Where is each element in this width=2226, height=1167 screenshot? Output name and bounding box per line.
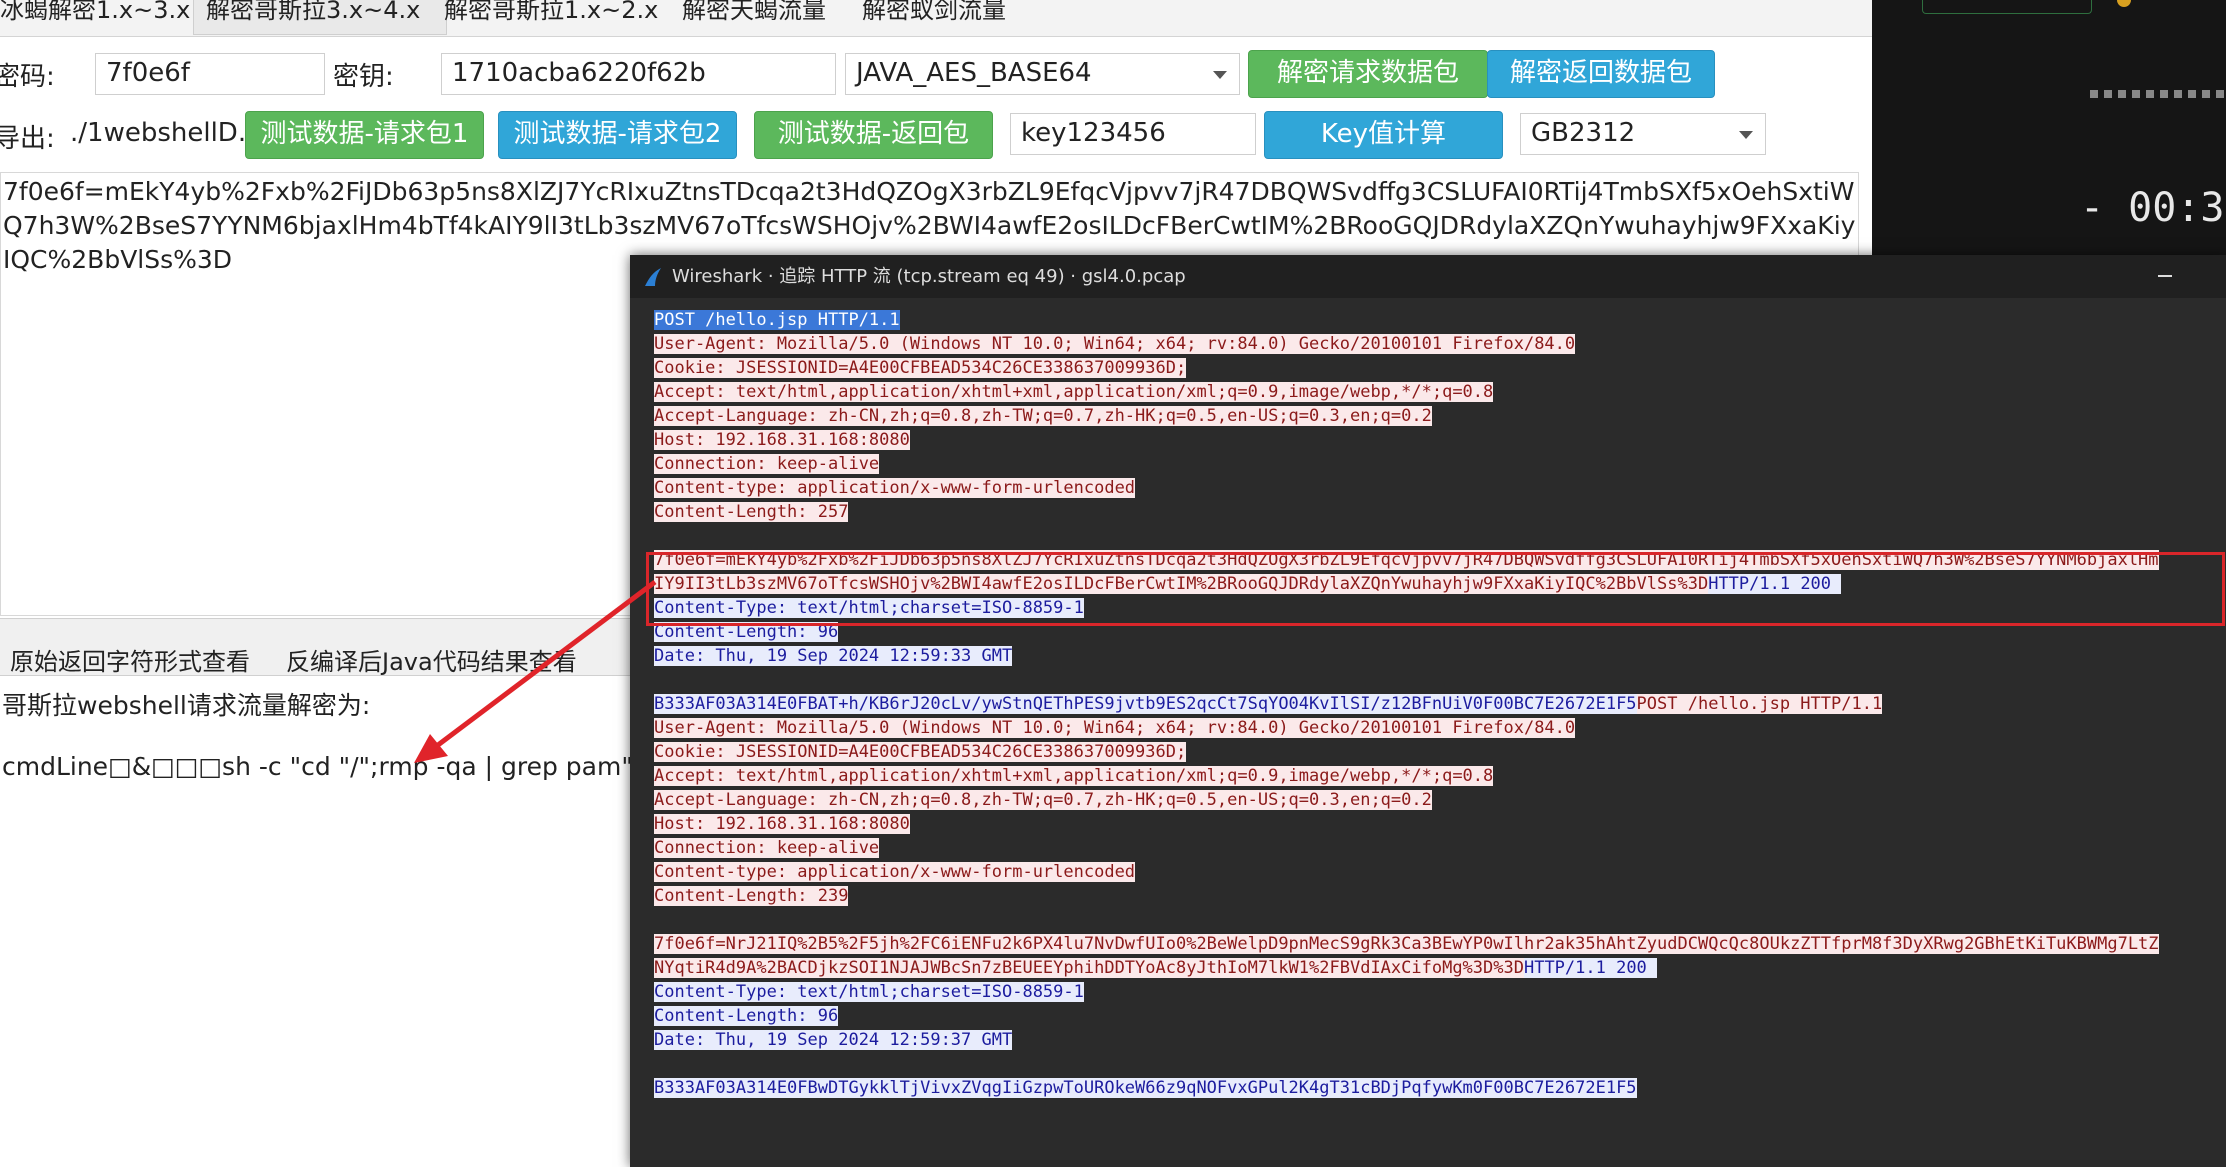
charset-select-value: GB2312 xyxy=(1531,118,1636,148)
request-text: Accept-Language: zh-CN,zh;q=0.8,zh-TW;q=… xyxy=(654,406,1432,426)
stream-line: Date: Thu, 19 Sep 2024 12:59:33 GMT xyxy=(654,644,1013,668)
password-field[interactable]: 7f0e6f xyxy=(95,53,325,95)
request-text: Content-Length: 257 xyxy=(654,502,849,522)
tab-raw-output[interactable]: 原始返回字符形式查看 xyxy=(10,642,250,677)
response-text: Date: Thu, 19 Sep 2024 12:59:37 GMT xyxy=(654,1030,1013,1050)
request-text: Content-Length: 239 xyxy=(654,886,849,906)
request-text: 7f0e6f=NrJ21IQ%2B5%2F5jh%2FC6iENFu2k6PX4… xyxy=(654,934,2159,954)
test-request2-button[interactable]: 测试数据-请求包2 xyxy=(498,111,737,159)
test-request1-button[interactable]: 测试数据-请求包1 xyxy=(245,111,484,159)
stream-line: Accept-Language: zh-CN,zh;q=0.8,zh-TW;q=… xyxy=(654,788,1432,812)
stream-line: Accept: text/html,application/xhtml+xml,… xyxy=(654,764,1494,788)
mode-select[interactable]: JAVA_AES_BASE64 xyxy=(845,53,1240,95)
request-text: Connection: keep-alive xyxy=(654,454,880,474)
background-panel xyxy=(1922,0,2092,14)
request-text: User-Agent: Mozilla/5.0 (Windows NT 10.0… xyxy=(654,334,1576,354)
request-text: Cookie: JSESSIONID=A4E00CFBEAD534C26CE33… xyxy=(654,742,1187,762)
stream-line: Accept: text/html,application/xhtml+xml,… xyxy=(654,380,1494,404)
stream-line: POST /hello.jsp HTTP/1.1 xyxy=(654,308,900,332)
request-text: NYqtiR4d9A%2BACDjkzSOI1NJAJWBcSn7zBEUEEY… xyxy=(654,958,1524,978)
stream-line: Connection: keep-alive xyxy=(654,836,880,860)
request-text: User-Agent: Mozilla/5.0 (Windows NT 10.0… xyxy=(654,718,1576,738)
wireshark-titlebar: Wireshark · 追踪 HTTP 流 (tcp.stream eq 49)… xyxy=(630,255,2226,298)
chevron-down-icon xyxy=(1213,71,1227,79)
request-text: Accept: text/html,application/xhtml+xml,… xyxy=(654,382,1494,402)
wireshark-fin-icon xyxy=(645,268,661,286)
request-text: Connection: keep-alive xyxy=(654,838,880,858)
http-stream-view[interactable]: POST /hello.jsp HTTP/1.1 User-Agent: Mozi… xyxy=(630,298,2226,1167)
key-label: 密钥: xyxy=(333,62,394,92)
stream-line: User-Agent: Mozilla/5.0 (Windows NT 10.0… xyxy=(654,716,1576,740)
timer-text: - 00:35 xyxy=(2080,185,2226,231)
wireshark-window: Wireshark · 追踪 HTTP 流 (tcp.stream eq 49)… xyxy=(630,255,2226,1167)
decrypt-response-button[interactable]: 解密返回数据包 xyxy=(1487,50,1715,98)
highlight-box xyxy=(646,552,2225,626)
response-text: B333AF03A314E0FBwDTGykklTjVivxZVqgIiGzpw… xyxy=(654,1078,1637,1098)
stream-line: Host: 192.168.31.168:8080 xyxy=(654,812,910,836)
response-text: B333AF03A314E0FBAT+h/KB6rJ20cLv/ywStnQET… xyxy=(654,694,1637,714)
chevron-down-icon xyxy=(1739,131,1753,139)
request-line-text: POST /hello.jsp HTTP/1.1 xyxy=(1636,694,1883,714)
stream-line: Content-Length: 239 xyxy=(654,884,849,908)
request-text: Cookie: JSESSIONID=A4E00CFBEAD534C26CE33… xyxy=(654,358,1187,378)
request-text: POST /hello.jsp HTTP/1.1 xyxy=(654,310,900,330)
output-path: ./1webshellD... xyxy=(70,118,263,148)
stream-line: B333AF03A314E0FBAT+h/KB6rJ20cLv/ywStnQET… xyxy=(654,692,1883,716)
request-text: Content-type: application/x-www-form-url… xyxy=(654,478,1136,498)
background-window: - 00:35 xyxy=(1872,0,2226,260)
tab-tianxie[interactable]: 解密天蝎流量 xyxy=(682,0,826,34)
stream-line: Cookie: JSESSIONID=A4E00CFBEAD534C26CE33… xyxy=(654,740,1187,764)
mode-select-value: JAVA_AES_BASE64 xyxy=(856,58,1092,88)
stream-line: Content-Length: 96 xyxy=(654,1004,839,1028)
tab-antsword[interactable]: 解密蚁剑流量 xyxy=(862,0,1006,34)
stream-line: B333AF03A314E0FBwDTGykklTjVivxZVqgIiGzpw… xyxy=(654,1076,1637,1100)
tab-godzilla-1-2[interactable]: 解密哥斯拉1.x~2.x xyxy=(444,0,658,34)
wireshark-title: Wireshark · 追踪 HTTP 流 (tcp.stream eq 49)… xyxy=(672,266,1186,287)
stream-line: Cookie: JSESSIONID=A4E00CFBEAD534C26CE33… xyxy=(654,356,1187,380)
key-field[interactable]: 1710acba6220f62b xyxy=(441,53,836,95)
stream-line: Connection: keep-alive xyxy=(654,452,880,476)
stream-line: Accept-Language: zh-CN,zh;q=0.8,zh-TW;q=… xyxy=(654,404,1432,428)
request-text: Content-type: application/x-www-form-url… xyxy=(654,862,1136,882)
dots-decoration xyxy=(2090,90,2226,98)
stream-line: NYqtiR4d9A%2BACDjkzSOI1NJAJWBcSn7zBEUEEY… xyxy=(654,956,1658,980)
response-text: Date: Thu, 19 Sep 2024 12:59:33 GMT xyxy=(654,646,1013,666)
request-text: Accept-Language: zh-CN,zh;q=0.8,zh-TW;q=… xyxy=(654,790,1432,810)
stream-line: Host: 192.168.31.168:8080 xyxy=(654,428,910,452)
output-heading: 哥斯拉webshell请求流量解密为: xyxy=(2,691,371,720)
stream-line: Content-type: application/x-www-form-url… xyxy=(654,476,1136,500)
stream-line: Content-Type: text/html;charset=ISO-8859… xyxy=(654,980,1084,1004)
password-label: 密码: xyxy=(0,62,55,92)
stream-line: User-Agent: Mozilla/5.0 (Windows NT 10.0… xyxy=(654,332,1576,356)
minimize-icon[interactable] xyxy=(2158,275,2172,277)
red-arrow-icon xyxy=(414,580,657,763)
request-text: Host: 192.168.31.168:8080 xyxy=(654,430,910,450)
request-text: Accept: text/html,application/xhtml+xml,… xyxy=(654,766,1494,786)
key-calc-input[interactable]: key123456 xyxy=(1010,113,1256,155)
decrypt-request-button[interactable]: 解密请求数据包 xyxy=(1248,50,1488,98)
charset-select[interactable]: GB2312 xyxy=(1520,113,1766,155)
output-label: 导出: xyxy=(0,124,55,154)
test-response-button[interactable]: 测试数据-返回包 xyxy=(754,111,993,159)
stream-line: 7f0e6f=NrJ21IQ%2B5%2F5jh%2FC6iENFu2k6PX4… xyxy=(654,932,2159,956)
response-status-text: HTTP/1.1 200 xyxy=(1523,958,1658,978)
tab-behinder[interactable]: 冰蝎解密1.x~3.x xyxy=(0,0,190,34)
stream-line: Date: Thu, 19 Sep 2024 12:59:37 GMT xyxy=(654,1028,1013,1052)
response-text: Content-Length: 96 xyxy=(654,1006,839,1026)
key-calc-button[interactable]: Key值计算 xyxy=(1264,111,1503,159)
coin-icon xyxy=(2117,0,2131,7)
response-text: Content-Type: text/html;charset=ISO-8859… xyxy=(654,982,1084,1002)
tab-godzilla-3-4[interactable]: 解密哥斯拉3.x~4.x xyxy=(193,0,447,35)
request-text: Host: 192.168.31.168:8080 xyxy=(654,814,910,834)
stream-line: Content-type: application/x-www-form-url… xyxy=(654,860,1136,884)
stream-line: Content-Length: 257 xyxy=(654,500,849,524)
